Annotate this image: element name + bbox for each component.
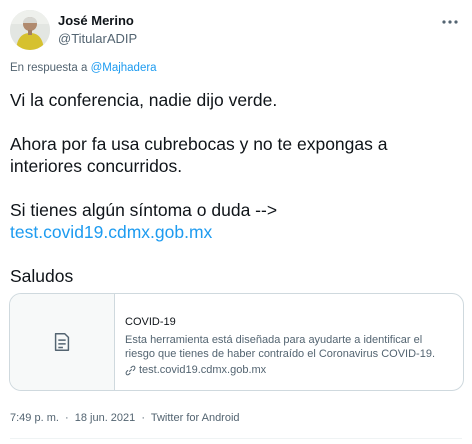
tweet-metadata: 7:49 p. m. · 18 jun. 2021 · Twitter for … <box>10 412 240 424</box>
reply-context: En respuesta a @Majhadera <box>10 62 157 74</box>
document-icon <box>54 333 70 351</box>
card-title: COVID-19 <box>125 316 176 328</box>
card-info: COVID-19 Esta herramienta está diseñada … <box>125 315 455 377</box>
tweet-line: Si tienes algún síntoma o duda --> <box>10 200 278 220</box>
separator: · <box>141 412 146 424</box>
user-names: José Merino @TitularADIP <box>58 13 137 47</box>
reply-prefix: En respuesta a <box>10 62 88 74</box>
tweet-time[interactable]: 7:49 p. m. <box>10 412 59 424</box>
link-preview-card[interactable]: COVID-19 Esta herramienta está diseñada … <box>9 293 464 391</box>
tweet-source[interactable]: Twitter for Android <box>151 412 240 424</box>
tweet-line: Saludos <box>10 266 74 286</box>
card-thumbnail <box>10 294 115 390</box>
card-domain: test.covid19.cdmx.gob.mx <box>125 363 455 377</box>
tweet-link[interactable]: test.covid19.cdmx.gob.mx <box>10 222 212 242</box>
divider <box>10 438 462 439</box>
reply-mention-link[interactable]: @Majhadera <box>91 62 157 74</box>
ellipsis-icon <box>442 20 458 24</box>
tweet-text: Vi la conferencia, nadie dijo verde. Aho… <box>10 89 462 287</box>
display-name[interactable]: José Merino <box>58 13 137 29</box>
more-options-button[interactable] <box>438 12 462 32</box>
card-domain-text: test.covid19.cdmx.gob.mx <box>139 364 267 376</box>
separator: · <box>64 412 69 424</box>
person-photo-icon <box>10 10 50 50</box>
tweet-line: Ahora por fa usa cubrebocas y no te expo… <box>10 134 388 176</box>
card-description: Esta herramienta está diseñada para ayud… <box>125 334 436 360</box>
link-icon <box>125 365 136 375</box>
tweet-line: Vi la conferencia, nadie dijo verde. <box>10 90 278 110</box>
tweet: José Merino @TitularADIP En respuesta a … <box>0 0 472 444</box>
tweet-header: José Merino @TitularADIP <box>10 10 462 50</box>
tweet-date[interactable]: 18 jun. 2021 <box>75 412 136 424</box>
avatar[interactable] <box>10 10 50 50</box>
user-handle[interactable]: @TitularADIP <box>58 31 137 47</box>
